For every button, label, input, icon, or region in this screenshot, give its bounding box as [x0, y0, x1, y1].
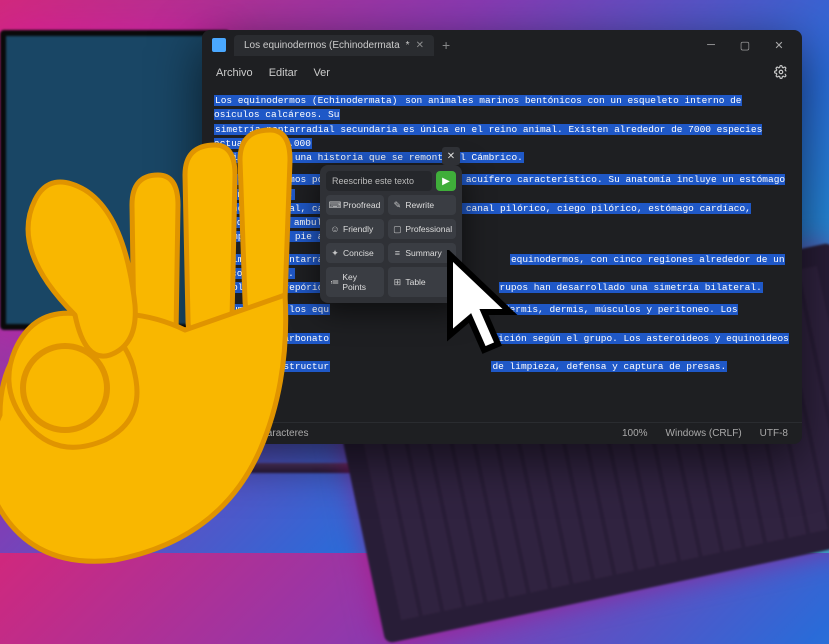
popup-close-button[interactable]: ✕ — [442, 147, 460, 165]
rewrite-icon: ✎ — [392, 200, 402, 210]
status-chars: 0 caracteres — [253, 428, 308, 439]
keypoints-icon: ≔ — [330, 277, 339, 287]
proofread-icon: ⌨ — [330, 200, 340, 210]
status-encoding[interactable]: UTF-8 — [760, 428, 788, 439]
ai-concise-button[interactable]: ✦Concise — [326, 243, 384, 263]
notepad-window: Los equinodermos (Echinodermata * ✕ + ─ … — [202, 30, 802, 444]
text-editor[interactable]: Los equinodermos (Echinodermata) son ani… — [202, 86, 802, 422]
ai-actions-grid: ⌨Proofread ✎Rewrite ☺Friendly ▢Professio… — [326, 195, 456, 297]
table-icon: ⊞ — [392, 277, 402, 287]
ai-professional-button[interactable]: ▢Professional — [388, 219, 456, 239]
menu-edit[interactable]: Editar — [269, 67, 298, 79]
status-line: Ln 1 — [216, 428, 235, 439]
professional-icon: ▢ — [392, 224, 402, 234]
ai-table-button[interactable]: ⊞Table — [388, 267, 456, 297]
ai-proofread-button[interactable]: ⌨Proofread — [326, 195, 384, 215]
new-tab-button[interactable]: + — [442, 37, 450, 53]
menubar: Archivo Editar Ver — [202, 60, 802, 86]
summary-icon: ≡ — [392, 248, 402, 258]
minimize-button[interactable]: ─ — [694, 32, 728, 58]
ai-prompt-input[interactable]: Reescribe este texto — [326, 171, 432, 191]
ai-friendly-button[interactable]: ☺Friendly — [326, 219, 384, 239]
settings-gear-icon[interactable] — [774, 65, 788, 82]
app-icon — [212, 38, 226, 52]
maximize-button[interactable]: ▢ — [728, 32, 762, 58]
ai-summary-button[interactable]: ≡Summary — [388, 243, 456, 263]
play-icon: ▶ — [442, 176, 450, 187]
ai-keypoints-button[interactable]: ≔Key Points — [326, 267, 384, 297]
close-button[interactable]: ✕ — [762, 32, 796, 58]
titlebar: Los equinodermos (Echinodermata * ✕ + ─ … — [202, 30, 802, 60]
menu-file[interactable]: Archivo — [216, 67, 253, 79]
tab-modified-indicator: * — [406, 40, 410, 51]
ai-submit-button[interactable]: ▶ — [436, 171, 456, 191]
document-tab[interactable]: Los equinodermos (Echinodermata * ✕ — [234, 35, 434, 56]
concise-icon: ✦ — [330, 248, 340, 258]
status-zoom[interactable]: 100% — [622, 428, 648, 439]
ai-rewrite-popup: ✕ Reescribe este texto ▶ ⌨Proofread ✎Rew… — [320, 165, 462, 303]
ai-rewrite-button[interactable]: ✎Rewrite — [388, 195, 456, 215]
tab-title: Los equinodermos (Echinodermata — [244, 40, 400, 51]
text-selection: Los equinodermos (Echinodermata) — [214, 95, 398, 106]
status-eol[interactable]: Windows (CRLF) — [666, 428, 742, 439]
tab-close-icon[interactable]: ✕ — [416, 40, 424, 51]
status-bar: Ln 1 0 caracteres 100% Windows (CRLF) UT… — [202, 422, 802, 444]
friendly-icon: ☺ — [330, 224, 340, 234]
menu-view[interactable]: Ver — [313, 67, 330, 79]
